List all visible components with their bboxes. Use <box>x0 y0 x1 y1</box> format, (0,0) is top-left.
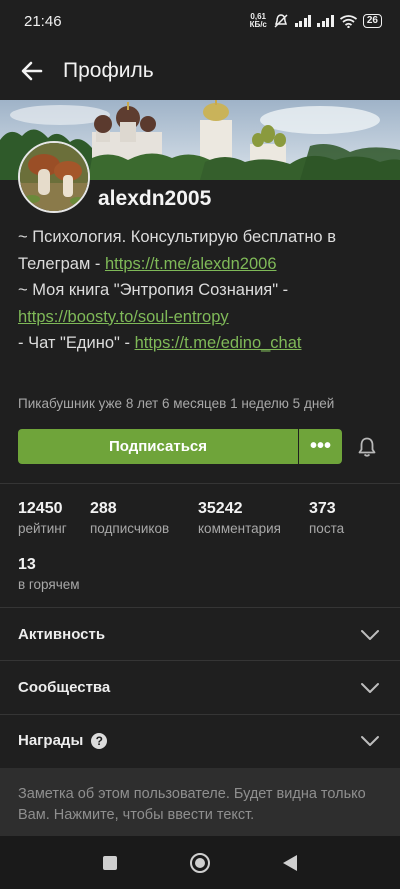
recents-button[interactable] <box>65 855 155 871</box>
signal-icon <box>294 15 312 27</box>
section-communities[interactable]: Сообщества <box>0 661 400 714</box>
stat-value: 12450 <box>18 500 63 517</box>
divider <box>0 483 400 484</box>
back-button[interactable] <box>245 854 335 872</box>
stat-label: комментария <box>198 521 281 536</box>
stat-label: подписчиков <box>90 521 170 536</box>
bio: ~ Психология. Консультирую бесплатно в Т… <box>18 224 388 357</box>
stat-value: 288 <box>90 500 117 517</box>
mute-icon <box>274 14 288 28</box>
section-activity[interactable]: Активность <box>0 608 400 661</box>
triangle-back-icon <box>283 854 297 871</box>
page-title: Профиль <box>63 59 154 82</box>
net-speed: 0,61 КБ/с <box>250 13 267 29</box>
battery-icon: 26 <box>362 14 382 28</box>
wifi-icon <box>339 14 357 28</box>
section-label-awards: Награды ? <box>18 732 108 749</box>
bio-line-1: ~ Психология. Консультирую бесплатно в Т… <box>18 224 388 277</box>
tenure-text: Пикабушник уже 8 лет 6 месяцев 1 неделю … <box>18 396 335 411</box>
home-button[interactable] <box>155 852 245 874</box>
status-icons: 0,61 КБ/с 26 <box>250 13 382 29</box>
chevron-down-icon <box>361 735 379 746</box>
more-button[interactable]: ••• <box>299 429 342 464</box>
subscribe-button[interactable]: Подписаться <box>18 429 298 464</box>
chevron-down-icon <box>361 629 379 640</box>
section-label: Награды <box>18 732 84 749</box>
stat-label: в горячем <box>18 577 80 592</box>
username: alexdn2005 <box>98 187 212 210</box>
stat-rating: 12450 рейтинг <box>18 500 67 536</box>
stat-hot[interactable]: 13 в горячем <box>18 556 80 592</box>
section-label: Сообщества <box>18 679 111 696</box>
bio-line-3: - Чат "Едино" - https://t.me/edino_chat <box>18 330 388 357</box>
status-time: 21:46 <box>24 12 62 30</box>
stat-label: рейтинг <box>18 521 67 536</box>
stat-label: поста <box>309 521 345 536</box>
bell-icon[interactable] <box>356 436 378 458</box>
bio-link-telegram[interactable]: https://t.me/alexdn2006 <box>105 255 277 273</box>
stat-value: 373 <box>309 500 336 517</box>
bio-text-3: - Чат "Едино" - <box>18 334 135 352</box>
bio-link-boosty[interactable]: https://boosty.to/soul-entropy <box>18 308 229 326</box>
system-nav-bar <box>0 836 400 889</box>
section-awards[interactable]: Награды ? <box>0 714 400 767</box>
bio-text-2: ~ Моя книга "Энтропия Сознания" - <box>18 281 289 299</box>
stat-posts[interactable]: 373 поста <box>309 500 344 536</box>
stat-value: 13 <box>18 556 36 573</box>
stat-value: 35242 <box>198 500 243 517</box>
app-bar: Профиль <box>0 42 400 100</box>
user-note-field[interactable]: Заметка об этом пользователе. Будет видн… <box>0 768 400 836</box>
section-label: Активность <box>18 626 106 643</box>
help-icon[interactable]: ? <box>91 732 108 749</box>
circle-icon <box>190 852 210 873</box>
signal-icon-2 <box>317 15 334 27</box>
bio-line-2: ~ Моя книга "Энтропия Сознания" - https:… <box>18 277 388 330</box>
square-icon <box>103 855 117 870</box>
stat-subscribers[interactable]: 288 подписчиков <box>90 500 169 536</box>
avatar[interactable] <box>18 141 90 213</box>
stat-comments[interactable]: 35242 комментария <box>198 500 281 536</box>
status-bar: 21:46 0,61 КБ/с 26 <box>0 0 400 42</box>
net-speed-unit: КБ/с <box>249 20 267 29</box>
bio-link-chat[interactable]: https://t.me/edino_chat <box>135 334 302 352</box>
arrow-left-icon[interactable] <box>18 57 46 85</box>
chevron-down-icon <box>361 682 379 693</box>
